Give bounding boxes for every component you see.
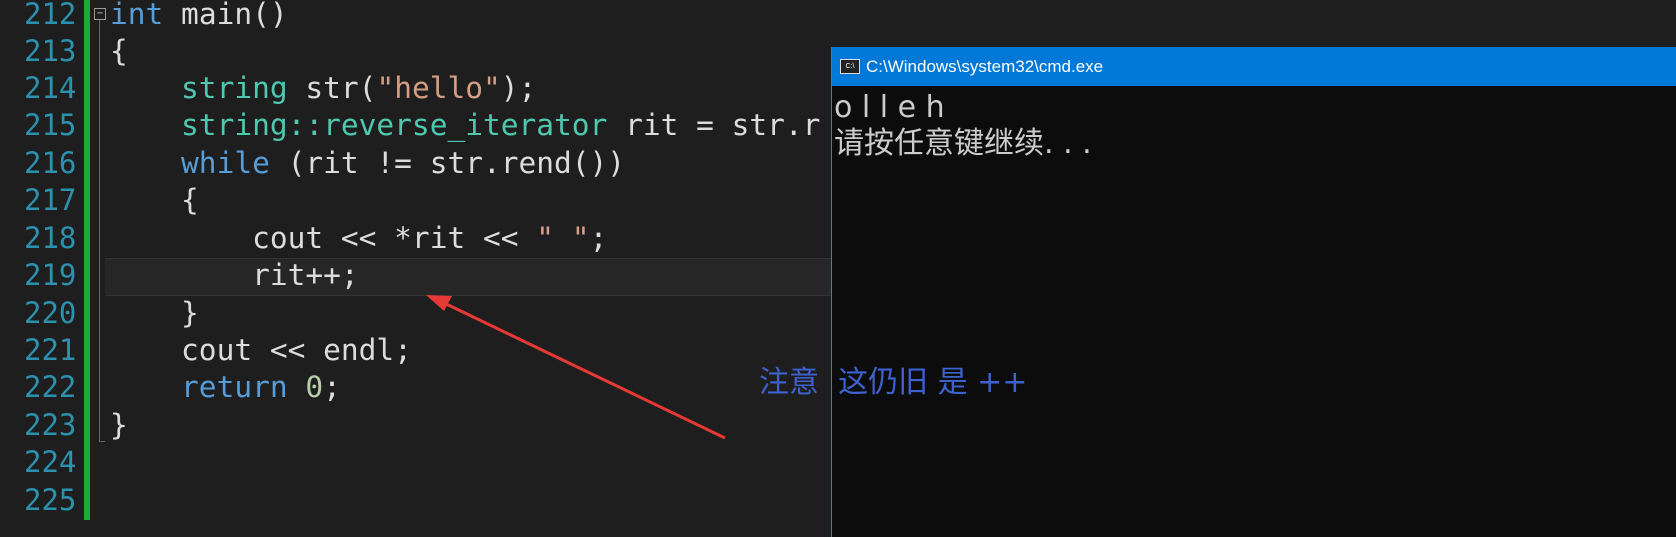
arrow-head-icon — [426, 295, 452, 311]
annotation-arrow — [426, 295, 726, 440]
arrow-shaft — [439, 299, 726, 440]
